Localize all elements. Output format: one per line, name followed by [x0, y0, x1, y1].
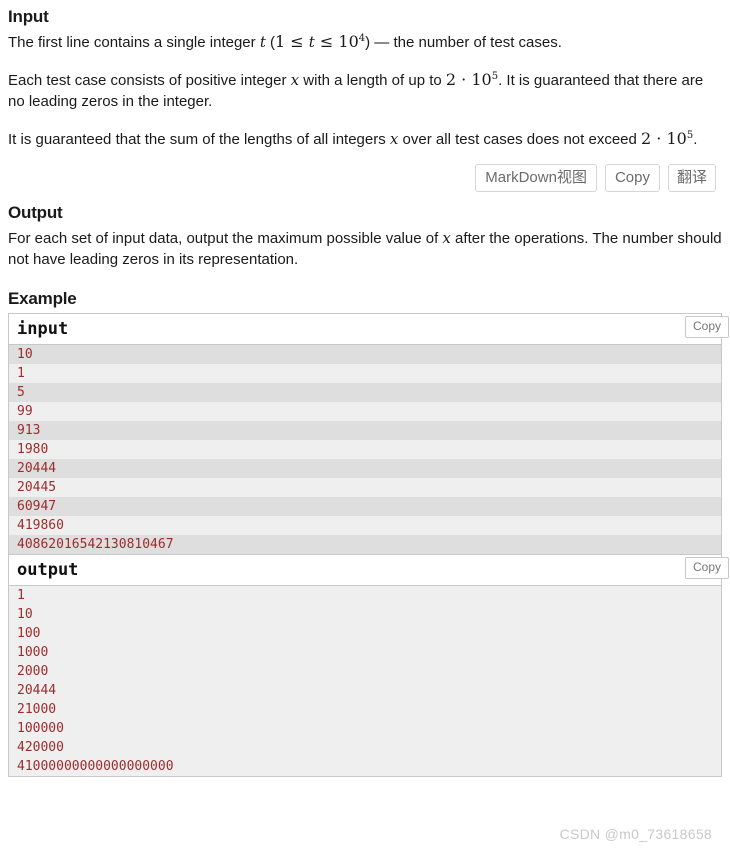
markdown-view-button[interactable]: MarkDown视图: [475, 164, 597, 193]
example-blocks-container: input Copy 10 1 5 99 913 1980 20444 20445 60947 419…: [8, 312, 729, 777]
csdn-watermark: CSDN @m0_73618658: [559, 826, 712, 842]
translate-button[interactable]: 翻译: [667, 164, 716, 193]
example-block-title: output: [17, 559, 79, 580]
input-section-heading: Input: [8, 7, 49, 26]
example-block-output: output Copy 1 10 100 1000 2000 20444 21000 100000…: [8, 553, 729, 777]
example-block-body: 1 10 100 1000 2000 20444 21000 100000 420000 4100…: [9, 585, 721, 776]
math-operator: ·: [651, 129, 667, 149]
code-line: 913: [9, 420, 721, 440]
math-number: 2: [641, 129, 652, 149]
copy-output-button[interactable]: Copy: [684, 556, 729, 579]
math-operator: ·: [456, 70, 472, 90]
input-paragraph: The first line contains a single integer…: [8, 32, 562, 52]
output-section-heading: Output: [8, 203, 63, 223]
math-number: 10: [666, 129, 687, 149]
code-line: 1: [9, 585, 721, 605]
code-line: 10: [9, 344, 721, 364]
statement-toolbar: MarkDown视图 Copy 翻译: [8, 164, 722, 193]
code-line: 420000: [9, 737, 721, 757]
example-block-header: input Copy: [9, 313, 729, 345]
math-variable: x: [389, 130, 399, 149]
math-variable: x: [290, 71, 300, 90]
code-line: 60947: [9, 496, 721, 516]
code-line: 5: [9, 382, 721, 402]
math-variable: t: [259, 33, 266, 52]
math-exponent: 5: [686, 130, 694, 142]
output-paragraph: For each set of input data, output the m…: [8, 228, 722, 268]
example-section-heading: Example: [8, 288, 77, 308]
code-line: 100: [9, 623, 721, 643]
code-line: 21000: [9, 699, 721, 719]
math-number: 1: [275, 32, 286, 52]
input-paragraph: It is guaranteed that the sum of the len…: [8, 129, 698, 149]
example-block-title: input: [17, 318, 69, 339]
copy-input-button[interactable]: Copy: [684, 315, 729, 338]
code-line: 20444: [9, 458, 721, 478]
math-operator: ≤: [285, 32, 309, 52]
code-line: 10: [9, 604, 721, 624]
math-operator: ≤: [314, 32, 339, 52]
code-line: 2000: [9, 661, 721, 681]
math-number: 10: [471, 70, 492, 90]
code-line: 1: [9, 363, 721, 383]
math-number: 10: [338, 32, 359, 52]
output-section-paragraphs: For each set of input data, output the m…: [8, 228, 722, 270]
code-line: 20444: [9, 680, 721, 700]
example-block-input: input Copy 10 1 5 99 913 1980 20444 20445 60947 419…: [8, 312, 729, 554]
code-line: 20445: [9, 477, 721, 497]
problem-statement-page: Input The first line contains a single i…: [0, 0, 730, 777]
input-paragraph: Each test case consists of positive inte…: [8, 70, 704, 111]
code-line: 41000000000000000000: [9, 756, 721, 776]
math-variable: x: [442, 228, 451, 247]
code-line: 1980: [9, 439, 721, 459]
input-section-paragraphs: The first line contains a single integer…: [8, 31, 722, 150]
code-line: 99: [9, 401, 721, 421]
code-line: 1000: [9, 642, 721, 662]
example-block-body: 10 1 5 99 913 1980 20444 20445 60947 419860 408620…: [9, 344, 721, 554]
code-line: 419860: [9, 515, 721, 535]
math-exponent: 5: [491, 71, 499, 83]
example-block-header: output Copy: [9, 554, 729, 586]
math-exponent: 4: [358, 33, 366, 45]
math-number: 2: [445, 70, 457, 90]
code-line: 100000: [9, 718, 721, 738]
code-line: 40862016542130810467: [9, 534, 721, 554]
copy-statement-button[interactable]: Copy: [604, 164, 660, 193]
